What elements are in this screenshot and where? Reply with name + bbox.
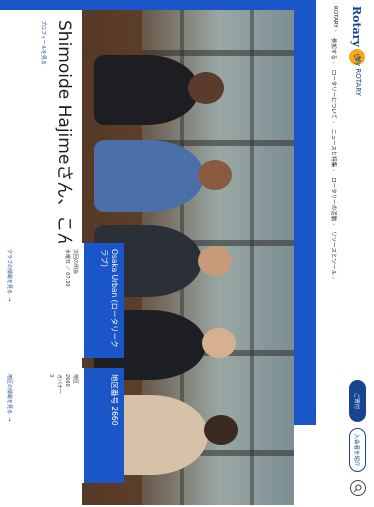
window-frame — [250, 10, 254, 505]
logo-text: Rotary — [350, 6, 364, 47]
nav-label: ロータリーについて — [330, 69, 336, 120]
my-rotary-label[interactable]: My ROTARY — [354, 56, 362, 96]
club-card-title: Osaka Urban (ロータリークラブ) — [84, 243, 124, 358]
arrow-right-icon: → — [6, 297, 12, 302]
person-head — [188, 72, 224, 104]
greeting-panel: Shimoide Hajimeさん、こんにちは プロフィールを見る — [0, 10, 82, 425]
chevron-down-icon: › — [330, 277, 336, 280]
page: Rotary My ROTARY ROTARY› 参加する› ロータリーについて… — [0, 0, 374, 507]
person — [94, 55, 199, 125]
person-head — [202, 328, 236, 358]
person-head — [204, 415, 238, 445]
donate-button[interactable]: ご寄付 — [349, 380, 366, 422]
search-icon[interactable] — [350, 480, 366, 496]
district-card-title: 地区番号 2660 — [84, 368, 124, 483]
nav-item-activities[interactable]: ロータリーの活動› — [330, 177, 338, 225]
club-meeting-label: 次回の例会 — [72, 249, 78, 275]
club-info-link[interactable]: クラブの情報を見る → — [6, 249, 13, 301]
person-head — [198, 160, 232, 190]
nav-item-rotary[interactable]: ROTARY› — [330, 6, 338, 32]
nav-item-join[interactable]: 参加する› — [330, 38, 338, 64]
nav-label: ニュースと特集 — [330, 129, 336, 168]
governor-label: ガバナー — [56, 374, 62, 395]
site-header: Rotary My ROTARY ROTARY› 参加する› ロータリーについて… — [316, 0, 374, 507]
chevron-down-icon: › — [330, 223, 336, 226]
search-glyph — [353, 484, 362, 493]
club-meeting-time: 水曜日 ／ 07:30 — [64, 249, 70, 287]
nav-item-news[interactable]: ニュースと特集› — [330, 129, 338, 171]
nav-item-about[interactable]: ロータリーについて› — [330, 70, 338, 123]
district-label: 地区 — [72, 374, 78, 385]
district-info-link-label: 地区の情報を見る — [6, 374, 12, 415]
chevron-down-icon: › — [332, 29, 338, 32]
nav-label: リソースとツール — [330, 231, 336, 276]
nav-label: ロータリーの活動 — [330, 177, 336, 222]
main-nav: ROTARY› 参加する› ロータリーについて› ニュースと特集› ロータリーの… — [330, 6, 338, 279]
refer-member-button[interactable]: 入会者を紹介 — [349, 428, 366, 472]
club-card-body: 次回の例会 水曜日 ／ 07:30 — [58, 243, 84, 358]
governor-value: 3 — [48, 374, 54, 378]
person-head — [198, 246, 232, 276]
district-number: 2660 — [64, 374, 70, 387]
arrow-right-icon: → — [6, 417, 12, 422]
nav-label: 参加する — [330, 37, 336, 60]
district-card-body: 地区 2660 ガバナー 3 — [42, 368, 84, 483]
club-info-link-label: クラブの情報を見る — [6, 249, 12, 295]
chevron-down-icon: › — [330, 169, 336, 172]
nav-item-resources[interactable]: リソースとツール› — [330, 231, 338, 279]
district-card: 地区番号 2660 地区 2660 ガバナー 3 地区の情報を見る → — [0, 368, 124, 483]
district-info-link[interactable]: 地区の情報を見る → — [6, 374, 13, 421]
chevron-down-icon: › — [330, 121, 336, 124]
club-card: Osaka Urban (ロータリークラブ) 次回の例会 水曜日 ／ 07:30… — [0, 243, 124, 358]
person — [94, 140, 204, 212]
chevron-down-icon: › — [330, 61, 336, 64]
nav-label: ROTARY — [332, 6, 338, 28]
